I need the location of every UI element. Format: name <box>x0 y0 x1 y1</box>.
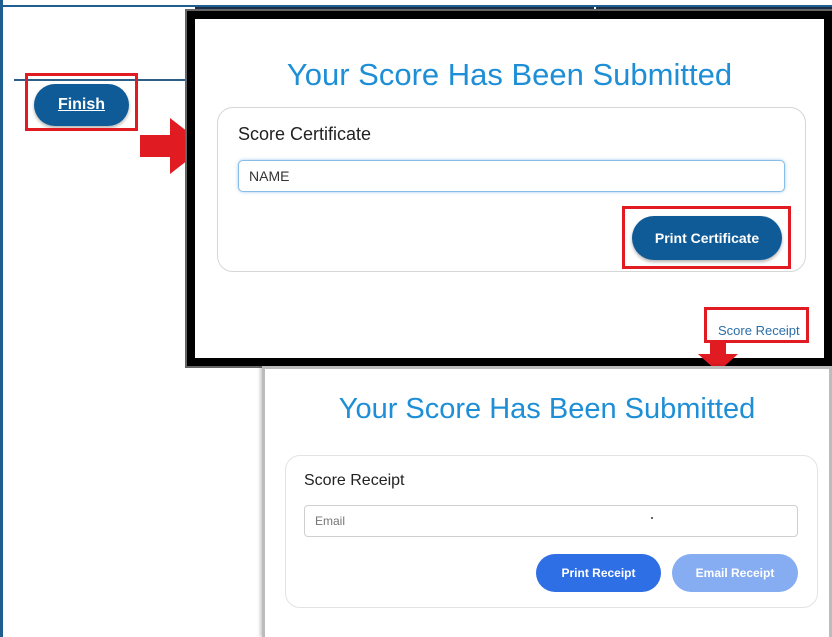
receipt-card: Score Receipt Print Receipt Email Receip… <box>285 455 818 608</box>
receipt-modal: Your Score Has Been Submitted Score Rece… <box>262 366 832 637</box>
highlight-score-receipt <box>704 307 809 343</box>
email-receipt-button[interactable]: Email Receipt <box>672 554 798 592</box>
certificate-card-heading: Score Certificate <box>238 124 372 144</box>
email-field-dot <box>651 517 653 519</box>
highlight-print-certificate <box>622 206 791 269</box>
email-input[interactable] <box>304 505 798 537</box>
receipt-card-heading: Score Receipt <box>304 472 405 489</box>
highlight-finish <box>25 73 138 131</box>
page-left-border <box>0 0 3 637</box>
certificate-modal-title: Your Score Has Been Submitted <box>286 57 733 92</box>
receipt-modal-title: Your Score Has Been Submitted <box>338 393 756 425</box>
print-receipt-button[interactable]: Print Receipt <box>536 554 661 592</box>
name-input[interactable] <box>238 160 785 192</box>
